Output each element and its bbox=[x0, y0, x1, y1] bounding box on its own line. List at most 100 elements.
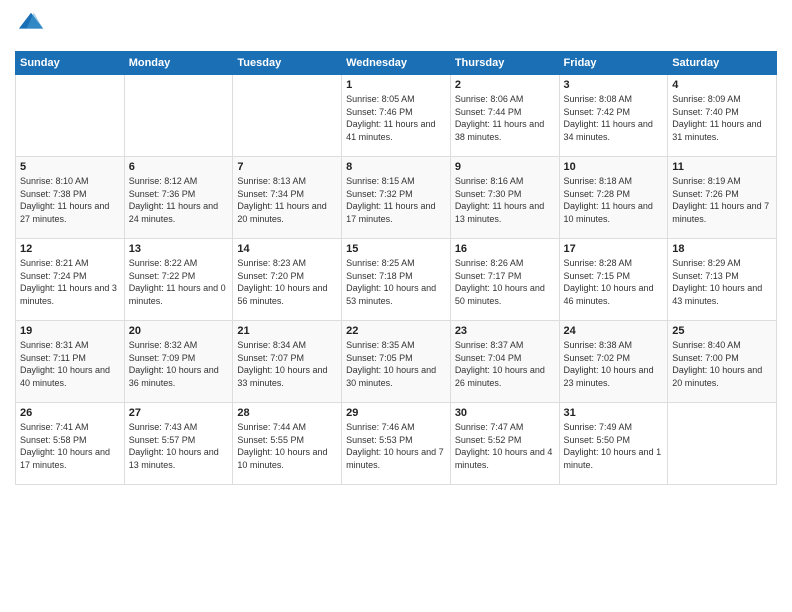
day-info: Sunrise: 8:10 AMSunset: 7:38 PMDaylight:… bbox=[20, 175, 120, 225]
day-info: Sunrise: 8:15 AMSunset: 7:32 PMDaylight:… bbox=[346, 175, 446, 225]
calendar-header-row: Sunday Monday Tuesday Wednesday Thursday… bbox=[16, 52, 777, 75]
day-info: Sunrise: 8:28 AMSunset: 7:15 PMDaylight:… bbox=[564, 257, 664, 307]
day-number: 29 bbox=[346, 407, 446, 419]
table-row: 21 Sunrise: 8:34 AMSunset: 7:07 PMDayligh… bbox=[233, 321, 342, 403]
day-info: Sunrise: 7:43 AMSunset: 5:57 PMDaylight:… bbox=[129, 421, 229, 471]
table-row: 10 Sunrise: 8:18 AMSunset: 7:28 PMDayligh… bbox=[559, 157, 668, 239]
table-row: 19 Sunrise: 8:31 AMSunset: 7:11 PMDayligh… bbox=[16, 321, 125, 403]
day-info: Sunrise: 8:23 AMSunset: 7:20 PMDaylight:… bbox=[237, 257, 337, 307]
table-row: 31 Sunrise: 7:49 AMSunset: 5:50 PMDayligh… bbox=[559, 403, 668, 485]
day-number: 28 bbox=[237, 407, 337, 419]
day-info: Sunrise: 8:25 AMSunset: 7:18 PMDaylight:… bbox=[346, 257, 446, 307]
day-info: Sunrise: 8:34 AMSunset: 7:07 PMDaylight:… bbox=[237, 339, 337, 389]
day-number: 3 bbox=[564, 79, 664, 91]
table-row: 25Sunrise: 8:40 AMSunset: 7:00 PMDayligh… bbox=[668, 321, 777, 403]
day-info: Sunrise: 8:29 AMSunset: 7:13 PMDaylight:… bbox=[672, 257, 772, 307]
calendar-week-row: 1 Sunrise: 8:05 AMSunset: 7:46 PMDaylight… bbox=[16, 75, 777, 157]
day-info: Sunrise: 8:26 AMSunset: 7:17 PMDaylight:… bbox=[455, 257, 555, 307]
day-number: 11 bbox=[672, 161, 772, 173]
table-row: 18 Sunrise: 8:29 AMSunset: 7:13 PMDayligh… bbox=[668, 239, 777, 321]
table-row: 17 Sunrise: 8:28 AMSunset: 7:15 PMDayligh… bbox=[559, 239, 668, 321]
day-info: Sunrise: 7:41 AMSunset: 5:58 PMDaylight:… bbox=[20, 421, 120, 471]
col-friday: Friday bbox=[559, 52, 668, 75]
day-number: 26 bbox=[20, 407, 120, 419]
day-number: 2 bbox=[455, 79, 555, 91]
calendar-week-row: 12 Sunrise: 8:21 AMSunset: 7:24 PMDayligh… bbox=[16, 239, 777, 321]
table-row bbox=[233, 75, 342, 157]
table-row: 24Sunrise: 8:38 AMSunset: 7:02 PMDayligh… bbox=[559, 321, 668, 403]
table-row: 15Sunrise: 8:25 AMSunset: 7:18 PMDayligh… bbox=[342, 239, 451, 321]
day-number: 12 bbox=[20, 243, 120, 255]
day-number: 21 bbox=[237, 325, 337, 337]
table-row: 22 Sunrise: 8:35 AMSunset: 7:05 PMDayligh… bbox=[342, 321, 451, 403]
table-row bbox=[124, 75, 233, 157]
col-sunday: Sunday bbox=[16, 52, 125, 75]
calendar-week-row: 19 Sunrise: 8:31 AMSunset: 7:11 PMDayligh… bbox=[16, 321, 777, 403]
table-row: 5 Sunrise: 8:10 AMSunset: 7:38 PMDaylight… bbox=[16, 157, 125, 239]
day-info: Sunrise: 8:37 AMSunset: 7:04 PMDaylight:… bbox=[455, 339, 555, 389]
table-row: 12 Sunrise: 8:21 AMSunset: 7:24 PMDayligh… bbox=[16, 239, 125, 321]
table-row: 2 Sunrise: 8:06 AMSunset: 7:44 PMDaylight… bbox=[450, 75, 559, 157]
logo bbox=[15, 10, 49, 43]
page-header bbox=[15, 10, 777, 43]
day-number: 27 bbox=[129, 407, 229, 419]
day-number: 30 bbox=[455, 407, 555, 419]
day-info: Sunrise: 8:40 AMSunset: 7:00 PMDaylight:… bbox=[672, 339, 772, 389]
table-row bbox=[16, 75, 125, 157]
day-number: 16 bbox=[455, 243, 555, 255]
day-info: Sunrise: 8:22 AMSunset: 7:22 PMDaylight:… bbox=[129, 257, 229, 307]
calendar-week-row: 5 Sunrise: 8:10 AMSunset: 7:38 PMDaylight… bbox=[16, 157, 777, 239]
day-info: Sunrise: 8:18 AMSunset: 7:28 PMDaylight:… bbox=[564, 175, 664, 225]
day-info: Sunrise: 7:49 AMSunset: 5:50 PMDaylight:… bbox=[564, 421, 664, 471]
day-info: Sunrise: 8:35 AMSunset: 7:05 PMDaylight:… bbox=[346, 339, 446, 389]
day-number: 5 bbox=[20, 161, 120, 173]
day-number: 18 bbox=[672, 243, 772, 255]
day-number: 20 bbox=[129, 325, 229, 337]
day-info: Sunrise: 7:46 AMSunset: 5:53 PMDaylight:… bbox=[346, 421, 446, 471]
day-info: Sunrise: 8:08 AMSunset: 7:42 PMDaylight:… bbox=[564, 93, 664, 143]
day-number: 31 bbox=[564, 407, 664, 419]
table-row: 30 Sunrise: 7:47 AMSunset: 5:52 PMDayligh… bbox=[450, 403, 559, 485]
day-info: Sunrise: 8:05 AMSunset: 7:46 PMDaylight:… bbox=[346, 93, 446, 143]
day-number: 4 bbox=[672, 79, 772, 91]
table-row: 11 Sunrise: 8:19 AMSunset: 7:26 PMDayligh… bbox=[668, 157, 777, 239]
day-number: 8 bbox=[346, 161, 446, 173]
day-number: 13 bbox=[129, 243, 229, 255]
day-info: Sunrise: 8:06 AMSunset: 7:44 PMDaylight:… bbox=[455, 93, 555, 143]
day-number: 6 bbox=[129, 161, 229, 173]
day-number: 1 bbox=[346, 79, 446, 91]
day-info: Sunrise: 8:31 AMSunset: 7:11 PMDaylight:… bbox=[20, 339, 120, 389]
table-row: 26 Sunrise: 7:41 AMSunset: 5:58 PMDayligh… bbox=[16, 403, 125, 485]
table-row: 29 Sunrise: 7:46 AMSunset: 5:53 PMDayligh… bbox=[342, 403, 451, 485]
col-monday: Monday bbox=[124, 52, 233, 75]
table-row: 14 Sunrise: 8:23 AMSunset: 7:20 PMDayligh… bbox=[233, 239, 342, 321]
table-row bbox=[668, 403, 777, 485]
logo-icon bbox=[17, 10, 45, 38]
table-row: 6Sunrise: 8:12 AMSunset: 7:36 PMDaylight… bbox=[124, 157, 233, 239]
day-number: 7 bbox=[237, 161, 337, 173]
day-number: 19 bbox=[20, 325, 120, 337]
table-row: 16 Sunrise: 8:26 AMSunset: 7:17 PMDayligh… bbox=[450, 239, 559, 321]
col-saturday: Saturday bbox=[668, 52, 777, 75]
col-thursday: Thursday bbox=[450, 52, 559, 75]
table-row: 28 Sunrise: 7:44 AMSunset: 5:55 PMDayligh… bbox=[233, 403, 342, 485]
table-row: 7 Sunrise: 8:13 AMSunset: 7:34 PMDaylight… bbox=[233, 157, 342, 239]
day-info: Sunrise: 8:32 AMSunset: 7:09 PMDaylight:… bbox=[129, 339, 229, 389]
day-info: Sunrise: 8:16 AMSunset: 7:30 PMDaylight:… bbox=[455, 175, 555, 225]
day-number: 22 bbox=[346, 325, 446, 337]
table-row: 27 Sunrise: 7:43 AMSunset: 5:57 PMDayligh… bbox=[124, 403, 233, 485]
day-info: Sunrise: 8:13 AMSunset: 7:34 PMDaylight:… bbox=[237, 175, 337, 225]
calendar-week-row: 26 Sunrise: 7:41 AMSunset: 5:58 PMDayligh… bbox=[16, 403, 777, 485]
day-number: 17 bbox=[564, 243, 664, 255]
table-row: 8 Sunrise: 8:15 AMSunset: 7:32 PMDaylight… bbox=[342, 157, 451, 239]
col-tuesday: Tuesday bbox=[233, 52, 342, 75]
day-info: Sunrise: 7:44 AMSunset: 5:55 PMDaylight:… bbox=[237, 421, 337, 471]
day-info: Sunrise: 8:21 AMSunset: 7:24 PMDaylight:… bbox=[20, 257, 120, 307]
day-number: 14 bbox=[237, 243, 337, 255]
table-row: 1 Sunrise: 8:05 AMSunset: 7:46 PMDaylight… bbox=[342, 75, 451, 157]
day-info: Sunrise: 7:47 AMSunset: 5:52 PMDaylight:… bbox=[455, 421, 555, 471]
day-info: Sunrise: 8:19 AMSunset: 7:26 PMDaylight:… bbox=[672, 175, 772, 225]
day-info: Sunrise: 8:09 AMSunset: 7:40 PMDaylight:… bbox=[672, 93, 772, 143]
day-number: 10 bbox=[564, 161, 664, 173]
day-number: 9 bbox=[455, 161, 555, 173]
